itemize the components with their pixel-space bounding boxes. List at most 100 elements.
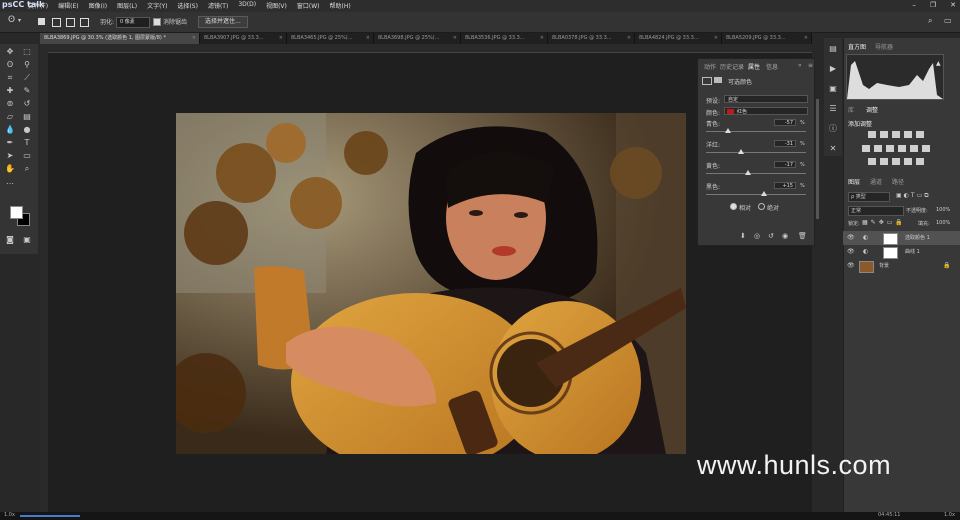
close-icon[interactable]: × (192, 33, 196, 44)
play-action-icon[interactable]: ▶ (828, 64, 838, 74)
tab-history[interactable]: 历史记录 (720, 62, 744, 71)
new-selection-icon[interactable] (38, 18, 45, 25)
history-icon[interactable]: ▣ (828, 84, 838, 94)
fill-input[interactable]: 100% (936, 220, 950, 226)
select-and-mask-button[interactable]: 选择并遮住... (198, 16, 248, 28)
menu-view[interactable]: 视图(V) (266, 1, 287, 10)
magenta-slider-knob[interactable] (737, 149, 744, 154)
panel-menu-icon[interactable]: ≡ (808, 62, 813, 69)
healing-brush-icon[interactable]: ✚ (3, 85, 17, 97)
more-tools-icon[interactable]: … (3, 176, 17, 188)
marquee-tool-icon[interactable]: ⬚ (20, 46, 34, 58)
brightness-icon[interactable] (868, 131, 876, 138)
tab-document-6[interactable]: 8LBA0378.JPG @ 33.3... × (548, 33, 635, 44)
gradient-tool-icon[interactable]: ▤ (20, 111, 34, 123)
absolute-radio[interactable] (758, 203, 765, 210)
crop-tool-icon[interactable]: ⌗ (3, 72, 17, 84)
lock-icons[interactable]: ▦✎✥▭🔒 (862, 219, 906, 226)
menu-edit[interactable]: 编辑(E) (58, 1, 78, 10)
black-value-input[interactable]: +15 (774, 182, 796, 189)
menu-file[interactable]: 文件(F) (28, 1, 48, 10)
cyan-slider-knob[interactable] (724, 128, 731, 133)
close-icon[interactable]: × (540, 33, 544, 44)
selective-color-icon[interactable] (904, 158, 912, 165)
eraser-tool-icon[interactable]: ▱ (3, 111, 17, 123)
lasso-tool-icon[interactable]: ʘ (3, 59, 17, 71)
brush-tool-icon[interactable]: ✎ (20, 85, 34, 97)
tab-info[interactable]: 信息 (766, 62, 778, 71)
panel-collapse-icon[interactable]: » (798, 62, 802, 69)
tab-document-3[interactable]: 8LBA3465.JPG @ 25%(... × (287, 33, 374, 44)
close-icon[interactable]: × (714, 33, 718, 44)
gradient-map-icon[interactable] (916, 158, 924, 165)
history-brush-icon[interactable]: ↺ (20, 98, 34, 110)
move-tool-icon[interactable]: ✥ (3, 46, 17, 58)
magenta-slider[interactable] (706, 149, 806, 154)
tab-navigator[interactable]: 导航器 (875, 42, 893, 51)
opacity-input[interactable]: 100% (936, 207, 950, 213)
clone-stamp-icon[interactable]: ⊚ (3, 98, 17, 110)
zoom-tool-icon[interactable]: ⌕ (20, 163, 34, 175)
dodge-tool-icon[interactable]: ● (20, 124, 34, 136)
close-icon[interactable]: ✕ (950, 1, 956, 9)
layer-row-background[interactable]: 👁 背景 🔒 (843, 259, 960, 273)
hue-saturation-icon[interactable] (862, 145, 870, 152)
menu-layer[interactable]: 图层(L) (117, 1, 137, 10)
tab-document-5[interactable]: 8LBA3536.JPG @ 33.3... × (461, 33, 548, 44)
adjustments-icon[interactable]: ☰ (828, 104, 838, 114)
subtract-selection-icon[interactable] (66, 18, 75, 27)
menu-window[interactable]: 窗口(W) (297, 1, 320, 10)
clip-to-layer-icon[interactable]: ⬇ (740, 232, 746, 240)
path-select-icon[interactable]: ➤ (3, 150, 17, 162)
visibility-icon[interactable]: ◉ (782, 232, 788, 240)
tab-document-1[interactable]: 8LBA3869.JPG @ 30.3% (选取颜色 1, 图层蒙版/8) * × (40, 33, 200, 44)
vibrance-icon[interactable] (916, 131, 924, 138)
type-tool-icon[interactable]: T (20, 137, 34, 149)
layer-mask-thumbnail[interactable] (883, 233, 898, 245)
tab-paths[interactable]: 路径 (892, 177, 904, 186)
layer-mask-thumbnail[interactable] (883, 247, 898, 259)
invert-icon[interactable] (868, 158, 876, 165)
menu-filter[interactable]: 滤镜(T) (208, 1, 228, 10)
layer-row-curves[interactable]: 👁 ◐ 曲线 1 (843, 245, 960, 259)
blend-mode-dropdown[interactable]: 正常 (848, 206, 904, 216)
pen-tool-icon[interactable]: ✒ (3, 137, 17, 149)
lasso-tool-preset-icon[interactable]: ʘ (8, 15, 15, 25)
color-balance-icon[interactable] (874, 145, 882, 152)
layer-row-selective-color[interactable]: 👁 ◐ 选取颜色 1 (843, 231, 960, 245)
close-icon[interactable]: × (453, 33, 457, 44)
menu-image[interactable]: 图像(I) (89, 1, 107, 10)
tools-icon[interactable]: ✕ (828, 144, 838, 154)
quick-select-tool-icon[interactable]: ⚲ (20, 59, 34, 71)
warning-icon[interactable]: ▲ (936, 60, 941, 67)
yellow-slider[interactable] (706, 170, 806, 175)
tab-library[interactable]: 库 (848, 105, 854, 114)
levels-icon[interactable] (880, 131, 888, 138)
photo-filter-icon[interactable] (898, 145, 906, 152)
search-icon[interactable]: ⌕ (928, 16, 932, 26)
menu-3d[interactable]: 3D(D) (238, 1, 256, 10)
view-previous-icon[interactable]: ◎ (754, 232, 760, 240)
close-icon[interactable]: × (279, 33, 283, 44)
filter-icons[interactable]: ▣◐T▭⧉ (896, 192, 944, 200)
relative-radio[interactable] (730, 203, 737, 210)
close-icon[interactable]: × (627, 33, 631, 44)
workspace-icon[interactable]: ▭ (944, 16, 952, 25)
yellow-slider-knob[interactable] (744, 170, 751, 175)
posterize-icon[interactable] (880, 158, 888, 165)
layer-thumbnail[interactable] (859, 261, 874, 273)
tab-channels[interactable]: 通道 (870, 177, 882, 186)
restore-icon[interactable]: ❐ (930, 1, 936, 9)
layer-mask-icon[interactable] (714, 77, 722, 83)
tab-layers[interactable]: 图层 (848, 177, 860, 186)
preset-dropdown[interactable]: 自定 (724, 95, 808, 103)
close-icon[interactable]: × (366, 33, 370, 44)
add-selection-icon[interactable] (52, 18, 61, 27)
black-white-icon[interactable] (886, 145, 894, 152)
curves-icon[interactable] (892, 131, 900, 138)
layer-comps-icon[interactable]: ▤ (828, 44, 838, 54)
exposure-icon[interactable] (904, 131, 912, 138)
cyan-slider[interactable] (706, 128, 806, 133)
menu-select[interactable]: 选择(S) (177, 1, 198, 10)
document-image[interactable] (176, 113, 686, 454)
